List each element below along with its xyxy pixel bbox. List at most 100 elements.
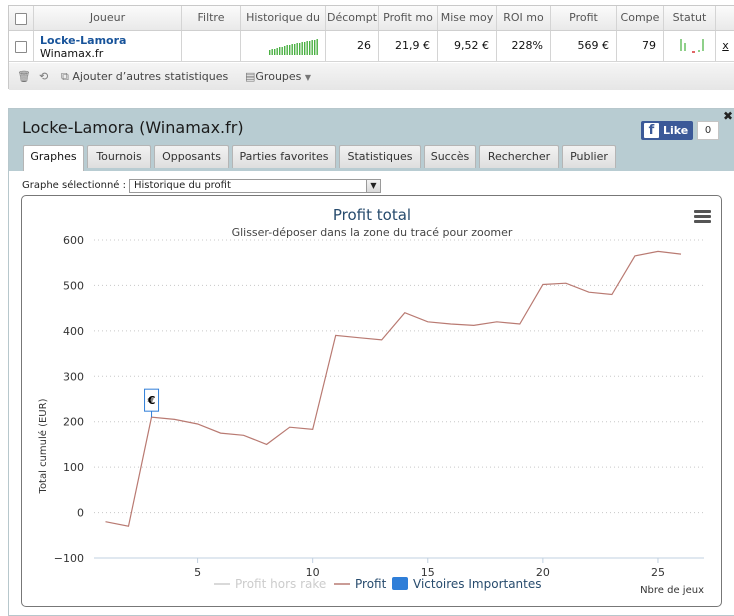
player-cell: Locke-Lamora Winamax.fr [34, 31, 182, 61]
header-joueur[interactable]: Joueur [34, 6, 182, 30]
tab-statistiques[interactable]: Statistiques [339, 145, 421, 168]
select-all-checkbox[interactable] [15, 13, 27, 25]
history-sparkline [269, 39, 318, 55]
history-sparkline-cell [241, 31, 326, 61]
sparkline-bar [291, 44, 293, 55]
x-axis-ticks: 5 10 15 20 25 [94, 557, 704, 579]
header-mise-moyenne[interactable]: Mise moy [438, 6, 497, 30]
legend-item[interactable]: Profit [334, 577, 387, 591]
tab-succes[interactable]: Succès [424, 145, 476, 168]
chevron-down-icon[interactable]: ▼ [366, 180, 380, 192]
compe-value: 79 [617, 31, 664, 61]
filter-cell [182, 31, 241, 61]
header-profit[interactable]: Profit [551, 6, 617, 30]
legend-item[interactable]: Profit hors rake [214, 577, 326, 591]
y-tick-label: 0 [77, 507, 84, 520]
table-row[interactable]: Locke-Lamora Winamax.fr 26 21,9 € 9,52 €… [9, 31, 734, 62]
header-profit-moyen[interactable]: Profit mo [379, 6, 438, 30]
status-sparkline [680, 39, 704, 53]
groups-label: Groupes [255, 70, 302, 83]
graph-select-value: Historique du profit [134, 180, 231, 191]
row-checkbox[interactable] [15, 41, 27, 53]
status-bar [702, 39, 704, 51]
panel-title: Locke-Lamora (Winamax.fr) [22, 118, 244, 137]
refresh-icon[interactable]: ⟲ [39, 70, 48, 83]
chart-title: Profit total [333, 206, 411, 224]
sparkline-bar [316, 39, 318, 55]
y-tick-label: 200 [63, 416, 84, 429]
sparkline-bar [269, 50, 271, 55]
header-statut[interactable]: Statut [664, 6, 716, 30]
facebook-like-button[interactable]: f Like [641, 121, 693, 140]
sparkline-bar [309, 41, 311, 55]
sparkline-bar [289, 45, 291, 55]
x-axis-label: Nbre de jeux [640, 585, 704, 596]
groups-dropdown[interactable]: ▤Groupes ▼ [245, 70, 311, 84]
status-cell [664, 31, 716, 61]
tab-graphes[interactable]: Graphes [23, 145, 84, 171]
player-site: Winamax.fr [40, 47, 104, 60]
sparkline-bar [296, 43, 298, 55]
tab-opposants[interactable]: Opposants [154, 145, 229, 168]
facebook-like-count: 0 [697, 121, 719, 140]
header-historique[interactable]: Historique du [241, 6, 326, 30]
row-select-cell [9, 31, 34, 61]
sparkline-bar [306, 41, 308, 55]
status-bar [680, 39, 682, 51]
y-tick-label: 500 [63, 279, 84, 292]
facebook-like-label: Like [663, 124, 689, 137]
header-select-all-cell [9, 6, 34, 30]
trash-icon[interactable]: 🗑 [17, 70, 31, 83]
sparkline-bar [281, 47, 283, 55]
legend-label: Profit [355, 577, 387, 591]
close-icon[interactable]: ✖ [723, 110, 733, 122]
add-stats-label: Ajouter d’autres statistiques [72, 70, 229, 83]
menu-icon[interactable] [694, 210, 711, 223]
tab-tournois[interactable]: Tournois [87, 145, 151, 168]
sparkline-bar [284, 46, 286, 55]
tab-parties-favorites[interactable]: Parties favorites [232, 145, 336, 168]
chart-subtitle: Glisser-déposer dans la zone du tracé po… [232, 226, 513, 239]
remove-player-link[interactable]: x [716, 31, 734, 61]
groups-icon: ▤ [245, 70, 256, 83]
chart-legend: Profit hors rake Profit Victoires Importan… [214, 577, 542, 591]
grid-header: Joueur Filtre Historique du Décompt Prof… [9, 6, 734, 31]
grid-toolbar: 🗑 ⟲ ⧉ Ajouter d’autres statistiques ▤Gro… [9, 63, 734, 90]
flag-label: € [147, 394, 156, 407]
sparkline-bar [286, 45, 288, 55]
sparkline-bar [301, 42, 303, 55]
header-compe[interactable]: Compe [617, 6, 664, 30]
player-name-link[interactable]: Locke-Lamora [40, 35, 126, 47]
x-tick-label: 5 [194, 566, 201, 579]
sparkline-bar [276, 48, 278, 55]
roi-moyen-value: 228% [497, 31, 551, 61]
victory-flag[interactable]: € [144, 388, 160, 418]
series-line-profit [105, 250, 682, 527]
tab-rechercher[interactable]: Rechercher [479, 145, 559, 168]
add-stats-icon: ⧉ [61, 70, 69, 83]
header-decompte[interactable]: Décompt [326, 6, 379, 30]
profit-chart-container: Profit total Glisser-déposer dans la zon… [21, 195, 722, 607]
y-tick-label: 300 [63, 370, 84, 383]
y-tick-label: −100 [54, 552, 84, 565]
y-axis-ticks: −100 0 100 200 300 400 500 600 [54, 234, 84, 565]
header-roi-moyen[interactable]: ROI mo [497, 6, 551, 30]
legend-item[interactable]: Victoires Importantes [392, 577, 542, 591]
legend-label: Profit hors rake [235, 577, 326, 591]
graph-select[interactable]: Historique du profit ▼ [129, 179, 381, 193]
y-axis-label: Total cumulé (EUR) [37, 398, 49, 494]
header-filtre[interactable]: Filtre [182, 6, 241, 30]
tab-publier[interactable]: Publier [562, 145, 616, 168]
sparkline-bar [274, 49, 276, 55]
facebook-icon: f [644, 123, 659, 138]
panel-header: Locke-Lamora (Winamax.fr) ✖ f Like 0 Gra… [9, 109, 734, 171]
sparkline-bar [311, 40, 313, 55]
y-tick-label: 600 [63, 234, 84, 247]
sparkline-bar [304, 42, 306, 55]
profit-chart[interactable]: Profit total Glisser-déposer dans la zon… [22, 196, 723, 608]
legend-box-symbol [392, 577, 408, 590]
header-actions [716, 6, 734, 30]
sparkline-bar [294, 44, 296, 55]
add-stats-button[interactable]: ⧉ Ajouter d’autres statistiques [61, 70, 228, 83]
y-tick-label: 100 [63, 461, 84, 474]
